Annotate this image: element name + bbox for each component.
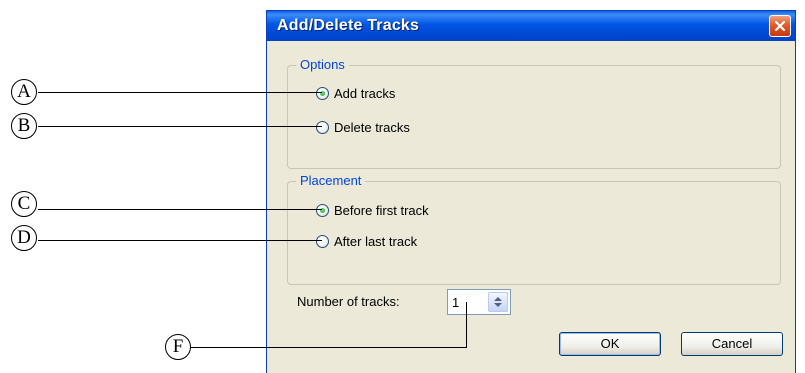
close-icon [774,20,786,32]
spin-down-icon[interactable] [494,303,502,307]
after-last-track-radio[interactable]: After last track [316,234,417,249]
delete-tracks-label: Delete tracks [334,120,410,135]
options-legend: Options [296,57,349,73]
cancel-button[interactable]: Cancel [681,332,783,356]
add-tracks-label: Add tracks [334,86,396,101]
radio-button[interactable] [316,121,329,134]
dialog-title: Add/Delete Tracks [277,17,420,34]
spin-buttons[interactable] [488,292,508,312]
placement-legend: Placement [296,173,366,189]
title-bar[interactable]: Add/Delete Tracks [267,11,795,41]
number-of-tracks-label: Number of tracks: [297,294,400,309]
number-of-tracks-input[interactable] [450,292,480,312]
placement-group: Placement [287,173,781,285]
options-group: Options [287,57,781,169]
callout-marker-b: B [11,113,37,139]
add-tracks-radio[interactable]: Add tracks [316,86,395,101]
callout-marker-a: A [11,79,37,105]
ok-button[interactable]: OK [559,332,661,356]
delete-tracks-radio[interactable]: Delete tracks [316,120,410,135]
radio-button[interactable] [316,87,329,100]
callout-marker-c: C [11,191,37,217]
callout-marker-f: F [165,334,191,360]
radio-button[interactable] [316,235,329,248]
callout-line-c [38,209,322,210]
callout-line-b [38,126,322,127]
callout-line-f [190,347,467,348]
callout-vline-f [466,302,467,348]
before-first-track-label: Before first track [334,203,429,218]
spin-up-icon[interactable] [494,297,502,301]
callout-line-a [38,92,322,93]
after-last-track-label: After last track [334,234,418,249]
callout-line-d [38,240,322,241]
radio-button[interactable] [316,204,329,217]
callout-marker-d: D [11,225,37,251]
before-first-track-radio[interactable]: Before first track [316,203,429,218]
number-of-tracks-spinner [447,289,511,315]
close-button[interactable] [769,15,791,37]
add-delete-tracks-dialog: Add/Delete Tracks Options Add tracks Del… [266,10,796,373]
